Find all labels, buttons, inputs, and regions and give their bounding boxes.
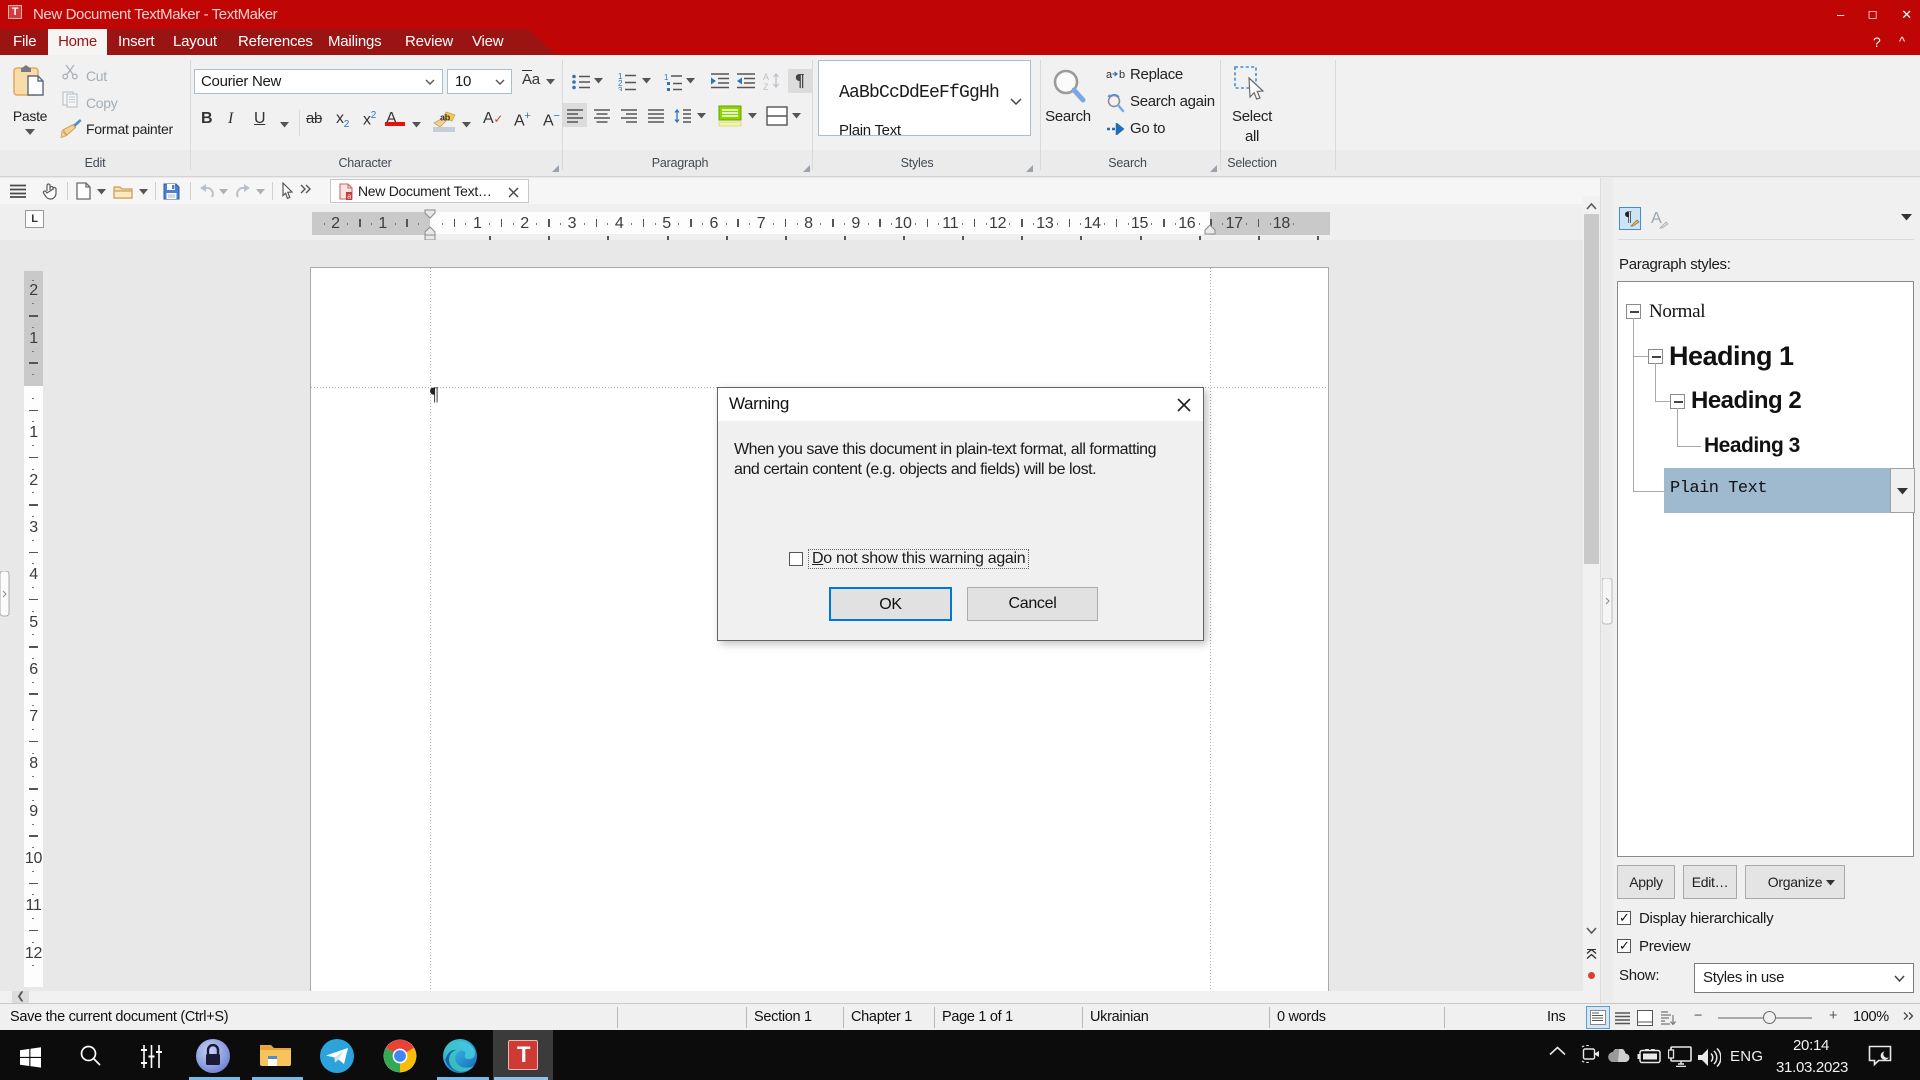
svg-text:b: b [1119,69,1125,81]
svg-text:A: A [763,72,769,82]
svg-text:3: 3 [618,86,623,91]
svg-text:a: a [347,194,351,201]
svg-text:1: 1 [664,73,669,82]
svg-text:ab: ab [440,113,451,123]
svg-text:a: a [1106,69,1113,81]
svg-text:Z: Z [763,82,769,91]
